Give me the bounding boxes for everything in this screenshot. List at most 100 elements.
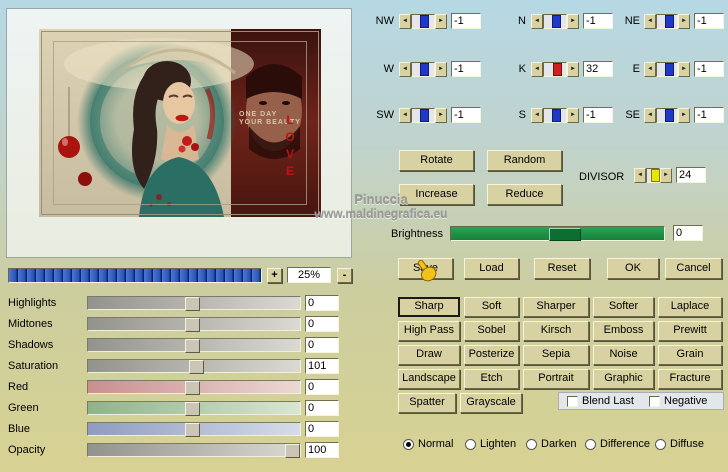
preset-etch[interactable]: Etch xyxy=(464,369,519,389)
midtones-value[interactable] xyxy=(305,316,339,332)
brightness-value[interactable] xyxy=(673,225,703,241)
reduce-button[interactable]: Reduce xyxy=(487,184,562,205)
slider-thumb[interactable] xyxy=(420,109,430,122)
arrow-left-icon[interactable]: ◄ xyxy=(531,108,543,123)
slider-thumb[interactable] xyxy=(553,63,563,76)
preset-landscape[interactable]: Landscape xyxy=(398,369,460,389)
kernel-sw-slider[interactable]: ◄ ► xyxy=(399,108,447,123)
blue-value[interactable] xyxy=(305,421,339,437)
random-button[interactable]: Random xyxy=(487,150,562,171)
kernel-sw-value[interactable] xyxy=(451,107,481,123)
blend-mode-lighten[interactable]: Lighten xyxy=(465,438,516,450)
arrow-right-icon[interactable]: ► xyxy=(435,108,447,123)
save-button[interactable]: Save xyxy=(398,258,453,279)
blend-mode-diffuse[interactable]: Diffuse xyxy=(655,438,704,450)
green-value[interactable] xyxy=(305,400,339,416)
zoom-in-button[interactable]: + xyxy=(267,268,282,283)
blend-mode-difference[interactable]: Difference xyxy=(585,438,650,450)
kernel-s-slider[interactable]: ◄ ► xyxy=(531,108,579,123)
kernel-k-slider[interactable]: ◄ ► xyxy=(531,62,579,77)
preset-draw[interactable]: Draw xyxy=(398,345,460,365)
arrow-left-icon[interactable]: ◄ xyxy=(531,62,543,77)
arrow-left-icon[interactable]: ◄ xyxy=(644,62,656,77)
preset-noise[interactable]: Noise xyxy=(593,345,654,365)
blend-mode-normal[interactable]: Normal xyxy=(403,438,453,450)
rotate-button[interactable]: Rotate xyxy=(399,150,474,171)
cancel-button[interactable]: Cancel xyxy=(665,258,722,279)
green-slider[interactable] xyxy=(87,401,301,416)
slider-thumb[interactable] xyxy=(185,423,200,437)
arrow-right-icon[interactable]: ► xyxy=(678,62,690,77)
divisor-slider[interactable]: ◄ ► xyxy=(634,168,672,183)
kernel-e-slider[interactable]: ◄ ► xyxy=(644,62,690,77)
slider-track[interactable] xyxy=(411,108,435,123)
preset-laplace[interactable]: Laplace xyxy=(658,297,722,317)
kernel-nw-value[interactable] xyxy=(451,13,481,29)
radio-icon[interactable] xyxy=(655,438,666,450)
slider-track[interactable] xyxy=(543,62,567,77)
kernel-se-slider[interactable]: ◄ ► xyxy=(644,108,690,123)
divisor-value[interactable] xyxy=(676,167,706,183)
radio-icon[interactable] xyxy=(585,438,596,450)
arrow-right-icon[interactable]: ► xyxy=(660,168,672,183)
slider-thumb[interactable] xyxy=(420,63,430,76)
kernel-n-value[interactable] xyxy=(583,13,613,29)
blue-slider[interactable] xyxy=(87,422,301,437)
kernel-n-slider[interactable]: ◄ ► xyxy=(531,14,579,29)
slider-track[interactable] xyxy=(646,168,660,183)
arrow-left-icon[interactable]: ◄ xyxy=(634,168,646,183)
slider-thumb[interactable] xyxy=(185,339,200,353)
radio-icon[interactable] xyxy=(403,438,414,450)
midtones-slider[interactable] xyxy=(87,317,301,332)
slider-thumb[interactable] xyxy=(420,15,430,28)
slider-thumb[interactable] xyxy=(664,63,674,76)
slider-thumb[interactable] xyxy=(664,15,674,28)
preset-grayscale[interactable]: Grayscale xyxy=(460,393,522,413)
slider-thumb[interactable] xyxy=(185,402,200,416)
preset-soft[interactable]: Soft xyxy=(464,297,519,317)
slider-thumb[interactable] xyxy=(664,109,674,122)
arrow-right-icon[interactable]: ► xyxy=(567,62,579,77)
shadows-value[interactable] xyxy=(305,337,339,353)
preset-graphic[interactable]: Graphic xyxy=(593,369,654,389)
ok-button[interactable]: OK xyxy=(607,258,659,279)
kernel-ne-value[interactable] xyxy=(694,13,724,29)
shadows-slider[interactable] xyxy=(87,338,301,353)
red-value[interactable] xyxy=(305,379,339,395)
blend-last-checkbox[interactable]: Blend Last xyxy=(567,395,634,407)
kernel-w-slider[interactable]: ◄ ► xyxy=(399,62,447,77)
slider-thumb[interactable] xyxy=(552,109,562,122)
arrow-right-icon[interactable]: ► xyxy=(567,14,579,29)
preset-grain[interactable]: Grain xyxy=(658,345,722,365)
saturation-value[interactable] xyxy=(305,358,339,374)
preset-posterize[interactable]: Posterize xyxy=(464,345,519,365)
arrow-right-icon[interactable]: ► xyxy=(435,62,447,77)
slider-track[interactable] xyxy=(543,108,567,123)
preset-softer[interactable]: Softer xyxy=(593,297,654,317)
slider-track[interactable] xyxy=(656,14,678,29)
preset-sepia[interactable]: Sepia xyxy=(523,345,589,365)
zoom-value[interactable] xyxy=(287,267,331,283)
kernel-e-value[interactable] xyxy=(694,61,724,77)
preset-fracture[interactable]: Fracture xyxy=(658,369,722,389)
negative-checkbox[interactable]: Negative xyxy=(649,395,707,407)
preset-sharp[interactable]: Sharp xyxy=(398,297,460,317)
arrow-right-icon[interactable]: ► xyxy=(567,108,579,123)
preset-sobel[interactable]: Sobel xyxy=(464,321,519,341)
slider-track[interactable] xyxy=(656,62,678,77)
opacity-value[interactable] xyxy=(305,442,339,458)
checkbox-icon[interactable] xyxy=(567,395,578,407)
kernel-nw-slider[interactable]: ◄ ► xyxy=(399,14,447,29)
preset-sharper[interactable]: Sharper xyxy=(523,297,589,317)
preset-emboss[interactable]: Emboss xyxy=(593,321,654,341)
arrow-left-icon[interactable]: ◄ xyxy=(399,62,411,77)
checkbox-icon[interactable] xyxy=(649,395,660,407)
arrow-left-icon[interactable]: ◄ xyxy=(399,108,411,123)
zoom-out-button[interactable]: - xyxy=(337,268,352,283)
preset-spatter[interactable]: Spatter xyxy=(398,393,456,413)
radio-icon[interactable] xyxy=(465,438,476,450)
slider-thumb[interactable] xyxy=(285,444,300,458)
slider-track[interactable] xyxy=(656,108,678,123)
kernel-ne-slider[interactable]: ◄ ► xyxy=(644,14,690,29)
brightness-slider[interactable] xyxy=(450,226,665,241)
